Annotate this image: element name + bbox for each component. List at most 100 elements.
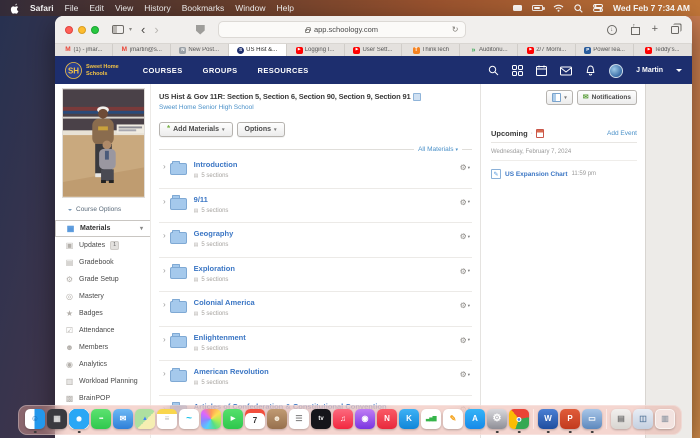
sidebar-chevron-icon[interactable]: ▾ — [129, 26, 132, 33]
expand-chevron-icon[interactable]: › — [163, 163, 166, 171]
menu-item[interactable]: Window — [235, 3, 265, 13]
folder-icon[interactable] — [170, 232, 187, 244]
all-materials-filter[interactable]: All Materials ▾ — [418, 146, 458, 153]
folder-title-link[interactable]: Introduction — [194, 160, 460, 169]
nav-courses[interactable]: COURSES — [143, 66, 183, 75]
folder-gear-menu[interactable]: ⚙ ▾ — [460, 301, 470, 310]
nav-groups[interactable]: GROUPS — [203, 66, 238, 75]
menu-item[interactable]: File — [65, 3, 79, 13]
dock-keynote-icon[interactable]: K — [399, 409, 419, 429]
menu-app-name[interactable]: Safari — [30, 3, 54, 13]
control-center-icon[interactable] — [593, 4, 603, 12]
folder-gear-menu[interactable]: ⚙ ▾ — [460, 267, 470, 276]
browser-tab[interactable]: ▶ Teddy's... — [634, 44, 692, 56]
browser-tab[interactable]: S US Hist &... — [229, 44, 287, 56]
nav-resources[interactable]: RESOURCES — [258, 66, 309, 75]
folder-title-link[interactable]: Geography — [194, 229, 460, 238]
event-title-link[interactable]: US Expansion Chart — [505, 171, 567, 178]
dock-calendar-icon[interactable]: 7 — [245, 409, 265, 429]
expand-chevron-icon[interactable]: › — [163, 198, 166, 206]
course-options[interactable]: Course Options — [68, 206, 150, 213]
sidebar-item-analytics[interactable]: ◉ Analytics — [55, 356, 150, 373]
folder-title-link[interactable]: American Revolution — [194, 367, 460, 376]
zoom-window-button[interactable] — [91, 26, 99, 34]
expand-chevron-icon[interactable]: › — [163, 336, 166, 344]
school-logo[interactable]: SH Sweet Home Schools — [65, 62, 119, 79]
user-name[interactable]: J Martin — [636, 67, 663, 74]
school-link[interactable]: Sweet Home Senior High School — [159, 104, 472, 111]
sidebar-item-updates[interactable]: ▣ Updates 1 — [55, 237, 150, 254]
sidebar-item-materials[interactable]: ▦ Materials — [55, 220, 150, 237]
sidebar-item-members[interactable]: ☻ Members — [55, 339, 150, 356]
folder-icon[interactable] — [170, 198, 187, 210]
search-icon[interactable] — [488, 65, 499, 76]
spotlight-search-icon[interactable] — [574, 4, 583, 13]
calendar-icon[interactable] — [536, 65, 547, 76]
dock-chrome-icon[interactable]: ● — [509, 409, 529, 429]
menu-item[interactable]: Bookmarks — [182, 3, 225, 13]
folder-icon[interactable] — [170, 370, 187, 382]
dock-trash-icon[interactable]: ▥ — [655, 409, 675, 429]
browser-tab[interactable]: ▶ Logging I... — [287, 44, 345, 56]
browser-tab[interactable]: » Auditoriu... — [460, 44, 518, 56]
url-text[interactable]: app.schoology.com — [314, 25, 378, 34]
add-event-link[interactable]: Add Event — [607, 130, 637, 137]
downloads-icon[interactable]: ↓ — [607, 25, 617, 35]
browser-tab[interactable]: ▶ 2/7 Morni... — [518, 44, 576, 56]
options-button[interactable]: Options ▾ — [237, 122, 285, 137]
dock-separator[interactable] — [533, 409, 534, 429]
dock-downloads-stack-icon[interactable]: ◫ — [633, 409, 653, 429]
menu-item[interactable]: View — [115, 3, 133, 13]
dock-separator[interactable] — [606, 409, 607, 429]
folder-gear-menu[interactable]: ⚙ ▾ — [460, 370, 470, 379]
dock-facetime-icon[interactable]: ▶ — [223, 409, 243, 429]
reload-icon[interactable]: ↻ — [452, 25, 459, 34]
expand-chevron-icon[interactable]: › — [163, 232, 166, 240]
user-menu-chevron-icon[interactable] — [676, 69, 682, 75]
dock-freeform-icon[interactable]: ~ — [179, 409, 199, 429]
sidebar-item-attendance[interactable]: ☑ Attendance — [55, 322, 150, 339]
folder-gear-menu[interactable]: ⚙ ▾ — [460, 232, 470, 241]
apps-grid-icon[interactable] — [512, 65, 523, 76]
dock-music-icon[interactable]: ♫ — [333, 409, 353, 429]
course-info-icon[interactable] — [413, 93, 421, 101]
back-button[interactable]: ‹ — [141, 23, 145, 36]
notifications-bell-icon[interactable] — [585, 65, 596, 76]
browser-tab[interactable]: M jmartin@s... — [113, 44, 171, 56]
menu-item[interactable]: History — [144, 3, 170, 13]
dock-finder-icon[interactable]: ☺ — [25, 409, 45, 429]
new-tab-button[interactable]: + — [652, 24, 658, 35]
menu-bar-clock[interactable]: Wed Feb 7 7:34 AM — [613, 3, 690, 13]
folder-title-link[interactable]: 9/11 — [194, 195, 460, 204]
dock-notes-icon[interactable]: ≡ — [157, 409, 177, 429]
notifications-button[interactable]: ✉ Notifications — [577, 90, 637, 105]
folder-icon[interactable] — [170, 267, 187, 279]
dock-contacts-icon[interactable]: ☻ — [267, 409, 287, 429]
expand-chevron-icon[interactable]: › — [163, 267, 166, 275]
mini-calendar-icon[interactable] — [536, 129, 544, 138]
expand-chevron-icon[interactable]: › — [163, 370, 166, 378]
folder-gear-menu[interactable]: ⚙ ▾ — [460, 163, 470, 172]
address-bar[interactable]: app.schoology.com ↻ — [218, 21, 466, 38]
dock-appstore-icon[interactable]: A — [465, 409, 485, 429]
share-icon[interactable]: ↑ — [630, 25, 639, 35]
sidebar-item-workload-planning[interactable]: ▥ Workload Planning — [55, 373, 150, 390]
sidebar-toggle-icon[interactable] — [112, 25, 124, 34]
wifi-icon[interactable] — [553, 4, 564, 12]
dock-settings-icon[interactable]: ⚙ — [487, 409, 507, 429]
browser-tab[interactable]: ▶ User Sett... — [345, 44, 403, 56]
dock-podcasts-icon[interactable]: ◉ — [355, 409, 375, 429]
minimize-window-button[interactable] — [78, 26, 86, 34]
browser-tab[interactable]: M (1) - jmar... — [55, 44, 113, 56]
display-icon[interactable] — [513, 5, 522, 11]
dock-news-icon[interactable]: N — [377, 409, 397, 429]
dock-mail-icon[interactable]: ✉ — [113, 409, 133, 429]
dock-launchpad-icon[interactable]: ▦ — [47, 409, 67, 429]
folder-title-link[interactable]: Exploration — [194, 264, 460, 273]
dock-photos-icon[interactable] — [201, 409, 221, 429]
folder-title-link[interactable]: Enlightenment — [194, 333, 460, 342]
sidebar-item-gradebook[interactable]: ▤ Gradebook — [55, 254, 150, 271]
close-window-button[interactable] — [65, 26, 73, 34]
browser-tab[interactable]: N New Post... — [171, 44, 229, 56]
tab-overview-icon[interactable] — [671, 26, 679, 34]
